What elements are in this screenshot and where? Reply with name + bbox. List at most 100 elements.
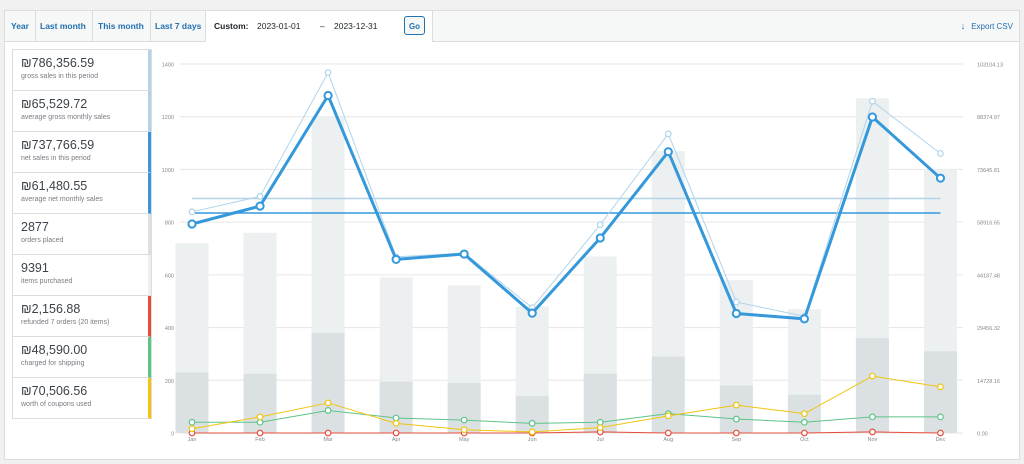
tab-this-month[interactable]: This month (92, 11, 151, 41)
shipping-point (800, 418, 808, 426)
orders-bar (923, 351, 957, 433)
right-axis-tick: 103104.13 (977, 63, 1003, 69)
legend-caption: net sales in this period (21, 155, 91, 162)
net-sales-point (731, 308, 741, 319)
legend-avg-gross[interactable]: ₪65,529.72 average gross monthly sales (13, 91, 151, 132)
legend-items[interactable]: 9391 items purchased (13, 255, 151, 296)
refunds-point (869, 428, 876, 436)
shipping-point (869, 413, 876, 421)
legend-net-sales[interactable]: ₪737,766.59 net sales in this period (13, 132, 151, 173)
x-axis-tick: Jan (188, 437, 197, 443)
legend-caption: average net monthly sales (21, 196, 103, 203)
download-arrow-icon: ↓ (960, 21, 966, 31)
refunds-point (800, 429, 808, 437)
left-axis-tick: 800 (165, 221, 174, 227)
refunds-point (392, 429, 400, 437)
coupons-point (800, 410, 808, 418)
legend-value: 9391 (21, 261, 49, 275)
go-button[interactable]: Go (404, 16, 425, 35)
start-date-field[interactable]: 2023-01-01 (257, 11, 300, 41)
orders-bar (651, 356, 685, 433)
orders-bar (515, 396, 549, 433)
coupons-point (528, 428, 536, 436)
x-axis-tick: Mar (323, 437, 333, 443)
net-sales-line (191, 94, 942, 321)
refunds-point (256, 429, 264, 437)
refunds-point (732, 429, 740, 437)
refunds-point (937, 429, 944, 437)
coupons-point (664, 412, 672, 420)
legend-value: ₪737,766.59 (21, 138, 95, 152)
shipping-point (732, 415, 740, 423)
legend-refunds[interactable]: ₪2,156.88 refunded 7 orders (20 items) (13, 296, 151, 337)
gross-sales-point (324, 69, 332, 77)
legend-value: ₪65,529.72 (21, 97, 88, 111)
left-axis-tick: 600 (165, 273, 174, 279)
legend-gross-sales[interactable]: ₪786,356.59 gross sales in this period (13, 50, 151, 91)
shipping-point (392, 414, 400, 422)
right-axis-tick: 88374.97 (977, 115, 1000, 121)
left-axis-tick: 0 (171, 432, 174, 438)
right-axis-tick: 44187.48 (977, 273, 1000, 279)
coupons-point (256, 413, 264, 421)
legend-caption: average gross monthly sales (21, 114, 111, 121)
refunds-line (192, 431, 941, 434)
net-sales-point (799, 314, 809, 324)
x-axis-tick: Dec (936, 437, 946, 443)
net-sales-point (255, 201, 265, 211)
coupons-point (392, 419, 400, 427)
chart-svg: 0 200 400 600 800 1000 1200 1400 0.00 14728.16 294… (162, 63, 1003, 444)
left-axis-tick: 200 (165, 379, 174, 385)
refunds-point (664, 429, 672, 437)
gross-sales-point (869, 97, 876, 105)
shipping-point (937, 413, 944, 421)
x-axis-tick: Jun (528, 437, 537, 443)
gross-sales-point (596, 221, 604, 229)
tab-year[interactable]: Year (5, 11, 36, 41)
legend-shipping[interactable]: ₪48,590.00 charged for shipping (13, 337, 151, 378)
left-axis-tick: 400 (165, 326, 174, 332)
legend-coupons[interactable]: ₪70,506.56 worth of coupons used (13, 378, 151, 419)
x-axis-tick: Nov (868, 437, 878, 443)
coupons-line (191, 375, 941, 433)
legend-caption: worth of coupons used (21, 401, 92, 408)
x-axis-tick: Apr (392, 437, 401, 443)
right-axis-tick: 58916.65 (977, 221, 1000, 227)
right-axis-tick: 14728.16 (977, 379, 1000, 385)
date-separator: – (320, 21, 325, 31)
legend-value: 2877 (21, 220, 49, 234)
coupons-point (937, 383, 944, 391)
gross-sales-line (191, 72, 941, 317)
end-date-field[interactable]: 2023-12-31 (334, 11, 377, 41)
coupons-point (460, 426, 468, 434)
shipping-point (324, 407, 332, 414)
shipping-point (188, 418, 196, 426)
net-sales-point (187, 219, 197, 229)
x-axis-tick: Sep (731, 437, 741, 443)
legend-orders[interactable]: 2877 orders placed (13, 214, 151, 255)
orders-bar (447, 382, 481, 433)
shipping-point (528, 419, 536, 427)
gross-sales-point (664, 130, 672, 138)
legend-caption: orders placed (21, 237, 64, 244)
right-axis-tick: 73645.81 (977, 168, 1000, 174)
legend-avg-net[interactable]: ₪61,480.55 average net monthly sales (13, 173, 151, 214)
legend-caption: items purchased (21, 278, 73, 285)
coupons-point (596, 424, 604, 432)
legend-caption: gross sales in this period (21, 73, 99, 80)
shipping-point (596, 418, 604, 426)
coupons-point (324, 399, 332, 407)
orders-bar (719, 385, 753, 433)
left-axis-tick: 1000 (162, 168, 174, 174)
x-axis-tick: Aug (663, 437, 673, 443)
net-sales-point (459, 249, 469, 259)
legend-value: ₪786,356.59 (21, 56, 95, 70)
legend-value: ₪2,156.88 (21, 302, 81, 316)
legend-caption: charged for shipping (21, 360, 85, 367)
left-axis-tick: 1400 (162, 63, 174, 69)
gross-sales-point (732, 298, 740, 306)
tab-last-7-days[interactable]: Last 7 days (149, 11, 207, 41)
tab-last-month[interactable]: Last month (34, 11, 93, 41)
net-sales-point (595, 233, 605, 243)
export-label: Export CSV (971, 22, 1013, 31)
